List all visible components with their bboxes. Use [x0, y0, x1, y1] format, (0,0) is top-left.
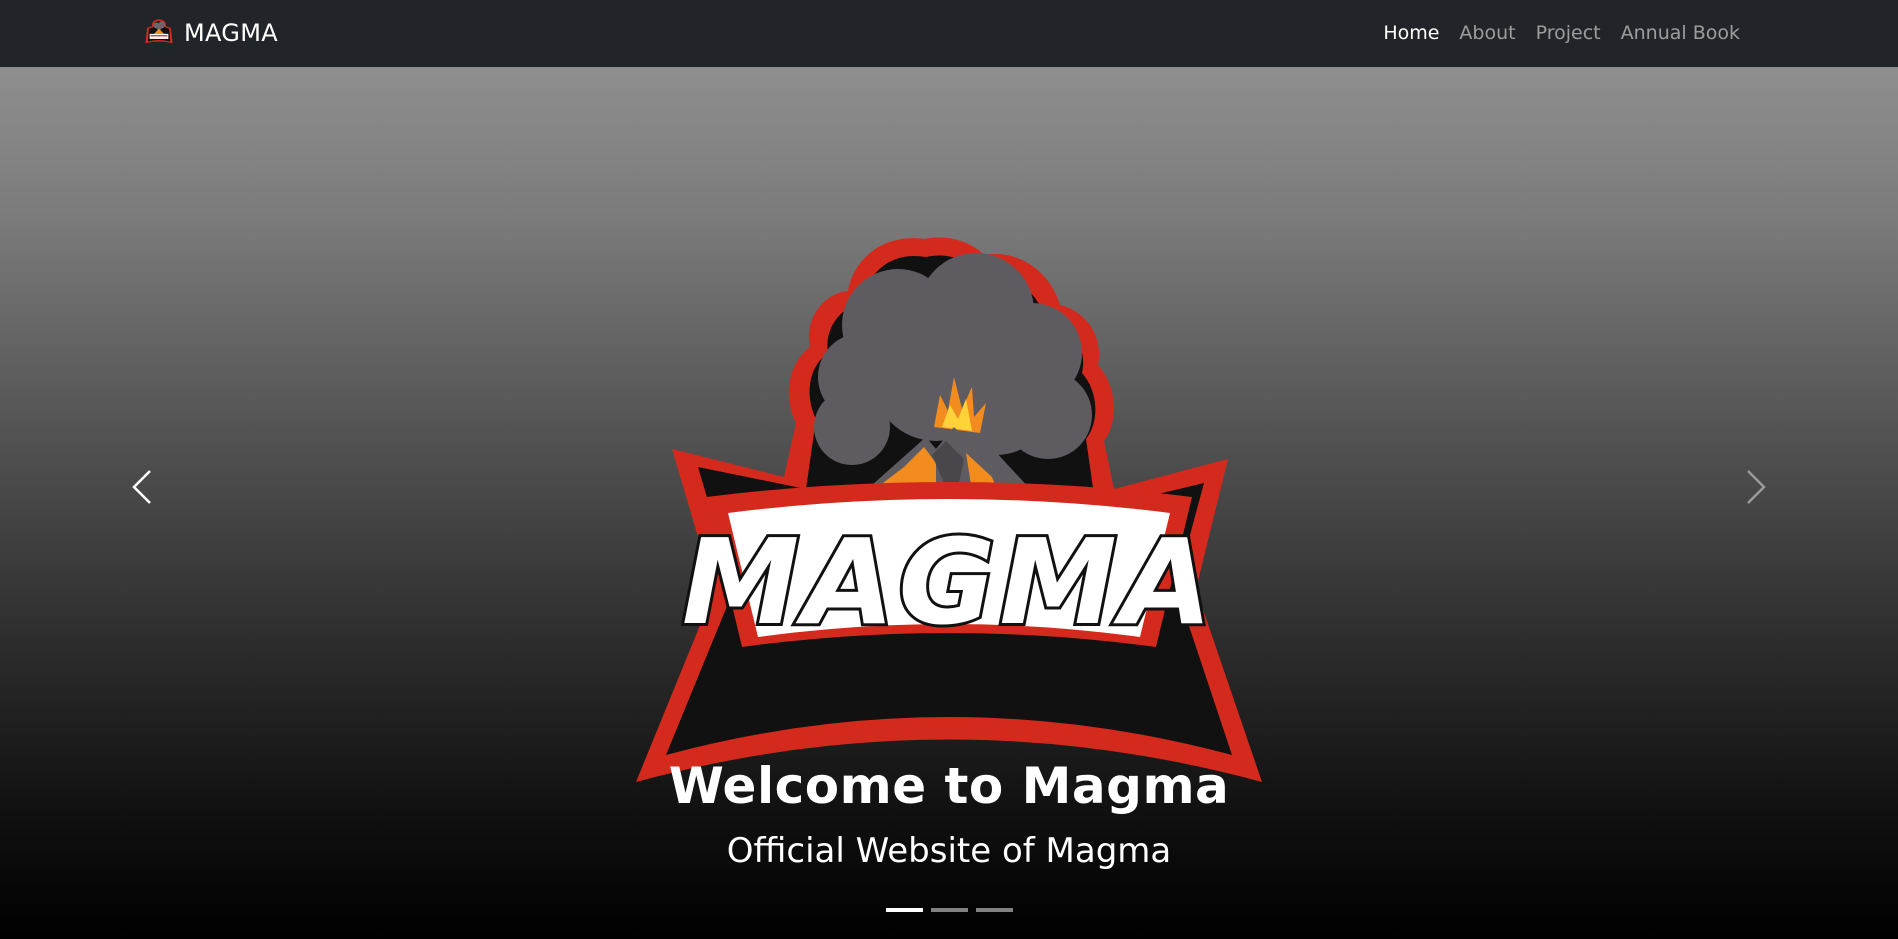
brand-text: MAGMA [184, 19, 278, 47]
slide-subtitle: Official Website of Magma [726, 831, 1172, 871]
nav-item-project: Project [1526, 18, 1611, 48]
nav-link-project[interactable]: Project [1526, 18, 1611, 48]
nav-item-about: About [1449, 18, 1525, 48]
brand-link[interactable]: MAGMA [142, 14, 278, 52]
carousel-next-button[interactable] [1726, 447, 1786, 527]
carousel-prev-button[interactable] [112, 447, 172, 527]
hero-logo-wordmark: MAGMA [682, 513, 1216, 651]
carousel-indicator-3[interactable] [975, 908, 1013, 912]
chevron-right-icon [1747, 470, 1766, 504]
top-navbar: MAGMA Home About Project Annual Book [0, 0, 1898, 67]
nav-link-home[interactable]: Home [1373, 18, 1449, 48]
carousel-indicator-2[interactable] [930, 908, 968, 912]
nav-link-annual-book[interactable]: Annual Book [1611, 18, 1750, 48]
magma-volcano-logo-icon: MAGMA [636, 237, 1262, 782]
chevron-left-icon [132, 470, 151, 504]
nav-item-home: Home [1373, 18, 1449, 48]
magma-volcano-logo-icon [145, 19, 173, 44]
carousel-indicator-1[interactable] [885, 908, 923, 912]
nav-item-annual-book: Annual Book [1611, 18, 1750, 48]
main-nav: Home About Project Annual Book [1373, 18, 1750, 48]
carousel-indicators [0, 908, 1898, 912]
slide-title: Welcome to Magma [668, 757, 1230, 815]
hero-carousel: MAGMA Welcome to Magma Official Website … [0, 67, 1898, 939]
nav-link-about[interactable]: About [1449, 18, 1525, 48]
